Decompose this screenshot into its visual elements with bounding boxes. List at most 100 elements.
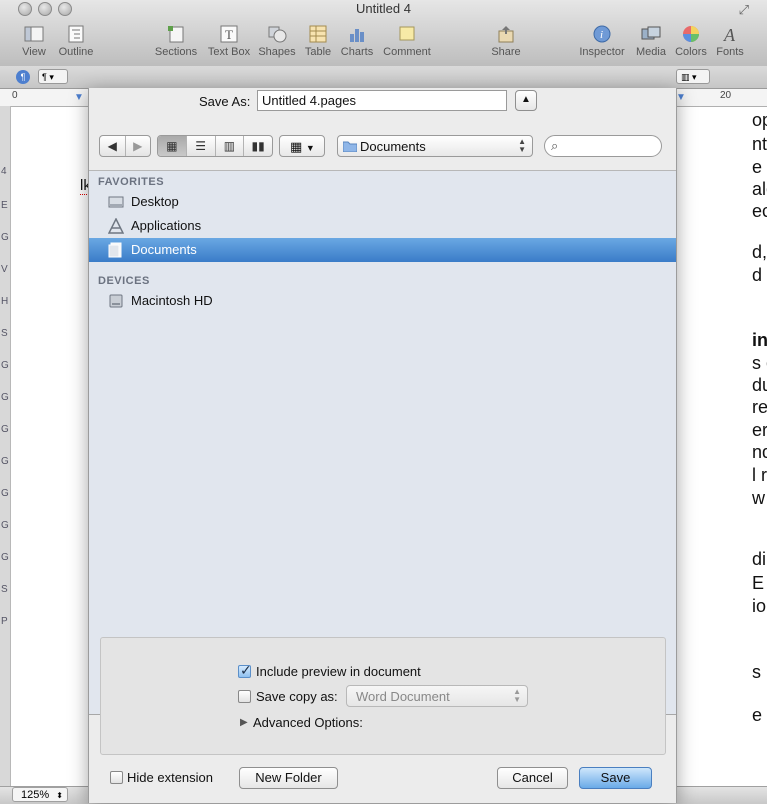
paragraph-popup[interactable]: ¶ ▾ [38,69,68,84]
toolbar-outline-label: Outline [58,46,94,58]
toolbar-charts-button[interactable]: Charts [339,24,375,58]
sidebar-item-label: Macintosh HD [131,293,213,308]
document-text-fragment: op [752,110,767,130]
search-field[interactable]: ⌕ [544,135,662,157]
document-text-fragment: du [752,375,767,395]
save-copy-label: Save copy as: [256,689,338,704]
folder-icon [343,141,357,152]
sections-icon [168,26,184,43]
hide-extension-checkbox[interactable] [110,771,123,784]
include-preview-checkbox[interactable]: ✓ [238,662,252,678]
document-text-fragment: in [752,330,767,350]
toolbar-shapes-label: Shapes [258,46,296,58]
toolbar-sections-label: Sections [154,46,198,58]
documents-icon [108,242,122,258]
forward-button[interactable]: ▶ [126,136,151,156]
arrange-popup[interactable]: ▦ ▼ [279,135,325,157]
disclosure-triangle-icon[interactable]: ▶ [240,717,248,728]
back-button[interactable]: ◀ [100,136,126,156]
save-copy-checkbox[interactable] [238,690,251,703]
file-browser: FAVORITES Desktop Applications Documents… [89,170,676,715]
column-view-button[interactable]: ▥ [216,136,245,156]
harddrive-icon [109,294,123,308]
thumbnail-letter: S [1,584,8,595]
view-icon [24,26,44,42]
coverflow-view-button[interactable]: ▮▮ [244,136,272,156]
collapse-dialog-button[interactable]: ▲ [515,90,537,111]
sidebar-item-macintosh-hd[interactable]: Macintosh HD [89,289,676,313]
toolbar-view-button[interactable]: View [18,24,50,58]
toolbar-table-button[interactable]: Table [302,24,334,58]
document-text-fragment: d [752,265,763,285]
view-mode-selector: ▦ ☰ ▥ ▮▮ [157,135,273,157]
arrange-grid-icon: ▦ [290,139,303,154]
inspector-icon: i [593,25,611,43]
document-text-fragment: l r [752,465,767,485]
list-view-button[interactable]: ☰ [187,136,216,156]
search-input[interactable] [567,138,659,154]
textbox-icon: T [220,25,238,43]
sidebar-item-label: Applications [131,218,202,233]
favorites-header: FAVORITES [98,176,165,188]
toolbar-outline-button[interactable]: Outline [56,24,96,58]
toolbar-colors-button[interactable]: Colors [673,24,709,58]
toolbar-comment-button[interactable]: Comment [382,24,432,58]
toolbar-textbox-button[interactable]: T Text Box [206,24,252,58]
ruler-mark-20: 20 [720,90,732,101]
toolbar-sections-button[interactable]: Sections [154,24,198,58]
sidebar-item-applications[interactable]: Applications [89,214,676,238]
thumbnail-letter: 4 [1,166,7,177]
fullscreen-icon[interactable]: ⤢ [739,2,749,18]
document-text-fragment: rea [752,397,767,417]
toolbar-fonts-button[interactable]: A Fonts [714,24,746,58]
thumbnail-letter: V [1,264,8,275]
thumbnail-letter: G [1,232,9,243]
devices-header: DEVICES [98,275,150,287]
columns-popup[interactable]: ▥ ▾ [676,69,710,84]
window-title: Untitled 4 [356,1,411,16]
right-indent-marker-icon[interactable]: ▼ [676,92,686,103]
format-bar: ¶ ¶ ▾ ▥ ▾ [0,66,767,89]
checkmark-icon: ✓ [240,662,252,678]
advanced-options-label[interactable]: Advanced Options: [253,715,363,730]
toolbar-inspector-label: Inspector [579,46,625,58]
document-text-fragment: e - [752,157,767,177]
toolbar-table-label: Table [304,46,332,58]
document-text-fragment: ale [752,179,767,199]
zoom-value: 125% [21,789,50,801]
thumbnail-letter: E [1,200,8,211]
save-copy-format-popup[interactable]: Word Document ▲ ▼ [346,685,528,707]
svg-text:A: A [723,25,736,44]
icon-view-button[interactable]: ▦ [158,136,187,156]
thumbnail-letter: G [1,456,9,467]
cancel-button[interactable]: Cancel [497,767,568,789]
share-icon [498,26,514,43]
left-indent-marker-icon[interactable]: ▼ [74,92,84,103]
paragraph-styles-icon[interactable]: ¶ [16,70,30,84]
save-button[interactable]: Save [579,767,652,789]
location-popup[interactable]: Documents ▲ ▼ [337,135,533,157]
toolbar-inspector-button[interactable]: i Inspector [578,24,626,58]
toolbar-comment-label: Comment [383,46,431,58]
updown-icon: ▲ ▼ [518,137,526,154]
zoom-popup[interactable]: 125% ⬍ [12,787,68,802]
toolbar-media-button[interactable]: Media [634,24,668,58]
thumbnail-letter: G [1,552,9,563]
sidebar-item-documents[interactable]: Documents [89,238,676,262]
toolbar-shapes-button[interactable]: Shapes [258,24,296,58]
list-icon: ☰ [195,139,206,153]
sidebar-item-desktop[interactable]: Desktop [89,190,676,214]
svg-text:T: T [225,27,233,42]
thumbnail-letter: P [1,616,8,627]
toolbar-fonts-label: Fonts [716,46,744,58]
shapes-icon [268,26,287,43]
thumbnail-letter: S [1,328,8,339]
filename-input[interactable] [257,90,507,111]
toolbar-textbox-label: Text Box [207,46,251,58]
new-folder-button[interactable]: New Folder [239,767,338,789]
thumbnail-letter: G [1,424,9,435]
ruler-mark-0: 0 [12,90,18,101]
hide-extension-label: Hide extension [127,770,213,785]
toolbar-share-button[interactable]: Share [490,24,522,58]
document-text-fragment: s c [752,353,767,373]
